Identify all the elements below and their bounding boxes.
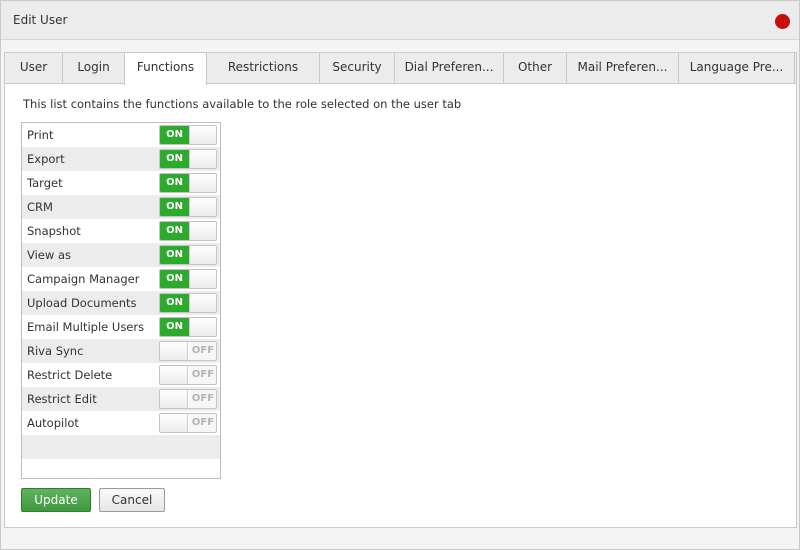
- tab-dial-preferen[interactable]: Dial Preferen...: [395, 53, 504, 83]
- function-label: Upload Documents: [27, 296, 137, 310]
- function-row: Print ON: [22, 123, 220, 147]
- function-toggle[interactable]: ON: [159, 221, 217, 241]
- toggle-knob[interactable]: [189, 246, 216, 264]
- function-toggle[interactable]: ON: [159, 125, 217, 145]
- toggle-off-label: OFF: [189, 366, 216, 384]
- tab-mail-preferen[interactable]: Mail Preferen...: [567, 53, 679, 83]
- empty-row: [22, 435, 220, 459]
- toggle-on-label: ON: [160, 246, 189, 264]
- toggle-knob[interactable]: [189, 198, 216, 216]
- function-label: CRM: [27, 200, 53, 214]
- function-label: Campaign Manager: [27, 272, 140, 286]
- close-icon[interactable]: [775, 14, 790, 29]
- title-bar: Edit User: [1, 1, 799, 40]
- toggle-on-label: ON: [160, 198, 189, 216]
- function-label: Restrict Edit: [27, 392, 97, 406]
- function-row: Target ON: [22, 171, 220, 195]
- tab-functions[interactable]: Functions: [124, 53, 207, 85]
- function-label: Autopilot: [27, 416, 79, 430]
- function-toggle[interactable]: OFF: [159, 365, 217, 385]
- toggle-knob[interactable]: [189, 294, 216, 312]
- toggle-knob[interactable]: [189, 318, 216, 336]
- functions-list: Print ON Export ON Target ON CRM ON Snapshot ON Vi…: [21, 122, 221, 479]
- toggle-knob[interactable]: [189, 270, 216, 288]
- function-label: Riva Sync: [27, 344, 84, 358]
- function-toggle[interactable]: OFF: [159, 389, 217, 409]
- toggle-on-label: ON: [160, 318, 189, 336]
- functions-description: This list contains the functions availab…: [23, 97, 462, 111]
- function-label: Restrict Delete: [27, 368, 113, 382]
- toggle-on-label: ON: [160, 126, 189, 144]
- toggle-knob[interactable]: [160, 366, 188, 384]
- function-row: Export ON: [22, 147, 220, 171]
- function-row: Restrict Edit OFF: [22, 387, 220, 411]
- function-toggle[interactable]: ON: [159, 293, 217, 313]
- dialog-title: Edit User: [13, 13, 68, 27]
- tab-user[interactable]: User: [5, 53, 63, 83]
- tab-restrictions[interactable]: Restrictions: [207, 53, 320, 83]
- function-label: Export: [27, 152, 65, 166]
- function-row: CRM ON: [22, 195, 220, 219]
- tab-security[interactable]: Security: [320, 53, 395, 83]
- function-toggle[interactable]: ON: [159, 245, 217, 265]
- function-toggle[interactable]: ON: [159, 173, 217, 193]
- function-row: Riva Sync OFF: [22, 339, 220, 363]
- toggle-off-label: OFF: [189, 390, 216, 408]
- function-row: Snapshot ON: [22, 219, 220, 243]
- toggle-knob[interactable]: [160, 390, 188, 408]
- function-label: Print: [27, 128, 54, 142]
- function-toggle[interactable]: ON: [159, 317, 217, 337]
- function-label: Target: [27, 176, 63, 190]
- toggle-knob[interactable]: [189, 222, 216, 240]
- function-toggle[interactable]: OFF: [159, 341, 217, 361]
- tab-panel: User Login Functions Restrictions Security Di…: [4, 52, 797, 528]
- function-row: Autopilot OFF: [22, 411, 220, 435]
- tab-other[interactable]: Other: [504, 53, 567, 83]
- toggle-on-label: ON: [160, 222, 189, 240]
- toggle-off-label: OFF: [189, 414, 216, 432]
- toggle-knob[interactable]: [189, 174, 216, 192]
- function-row: View as ON: [22, 243, 220, 267]
- function-row: Upload Documents ON: [22, 291, 220, 315]
- function-toggle[interactable]: ON: [159, 149, 217, 169]
- toggle-knob[interactable]: [160, 342, 188, 360]
- edit-user-dialog: Edit User User Login Functions Restrictions…: [0, 0, 800, 550]
- tab-login[interactable]: Login: [63, 53, 125, 83]
- function-toggle[interactable]: OFF: [159, 413, 217, 433]
- toggle-off-label: OFF: [189, 342, 216, 360]
- function-label: Snapshot: [27, 224, 81, 238]
- function-label: Email Multiple Users: [27, 320, 145, 334]
- toggle-on-label: ON: [160, 270, 189, 288]
- function-label: View as: [27, 248, 71, 262]
- toggle-knob[interactable]: [160, 414, 188, 432]
- function-row: Email Multiple Users ON: [22, 315, 220, 339]
- function-toggle[interactable]: ON: [159, 197, 217, 217]
- toggle-on-label: ON: [160, 294, 189, 312]
- toggle-knob[interactable]: [189, 150, 216, 168]
- tab-language-pre[interactable]: Language Pre...: [679, 53, 795, 83]
- function-toggle[interactable]: ON: [159, 269, 217, 289]
- function-row: Restrict Delete OFF: [22, 363, 220, 387]
- toggle-knob[interactable]: [189, 126, 216, 144]
- toggle-on-label: ON: [160, 174, 189, 192]
- tab-bar: User Login Functions Restrictions Security Di…: [5, 53, 796, 85]
- cancel-button[interactable]: Cancel: [99, 488, 165, 512]
- update-button[interactable]: Update: [21, 488, 91, 512]
- function-row: Campaign Manager ON: [22, 267, 220, 291]
- toggle-on-label: ON: [160, 150, 189, 168]
